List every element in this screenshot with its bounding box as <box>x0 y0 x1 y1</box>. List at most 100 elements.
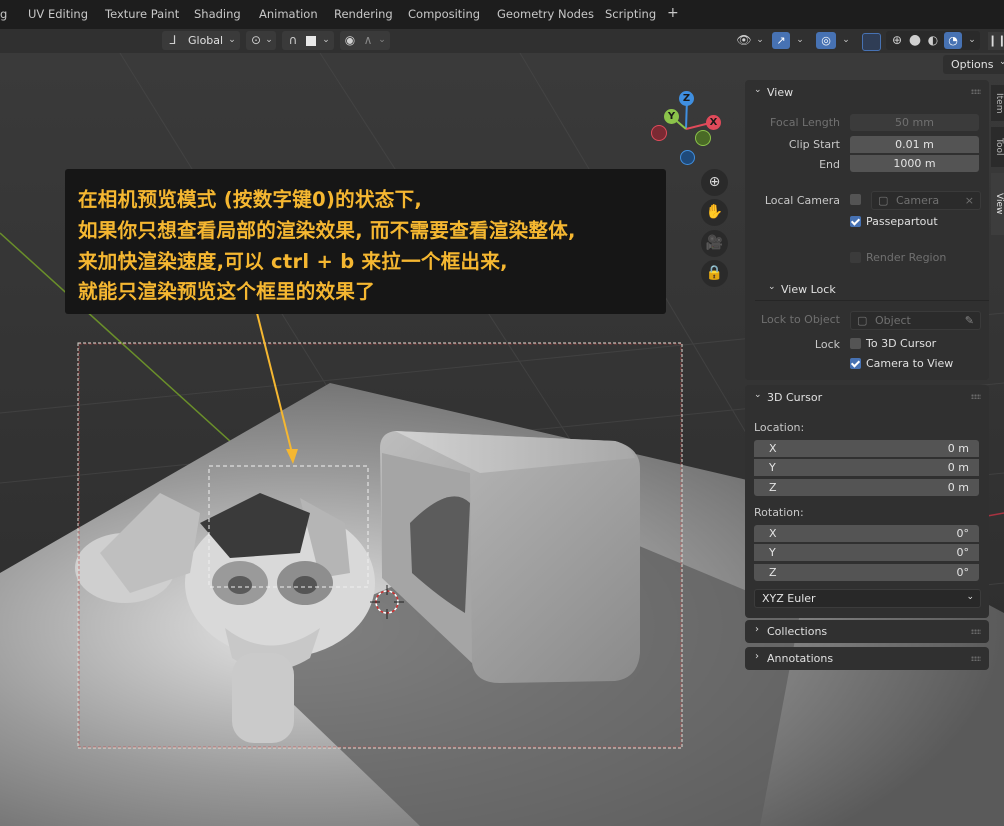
rotation-mode-value: XYZ Euler <box>762 592 816 605</box>
gizmo-x-axis[interactable]: X <box>706 115 721 130</box>
navigation-gizmo[interactable]: Z Y X <box>645 86 725 166</box>
material-preview-icon[interactable]: ◐ <box>924 31 942 50</box>
visibility-dropdown[interactable]: 👁 ⌄ <box>734 31 768 50</box>
gizmo-neg-z-axis[interactable] <box>680 150 695 165</box>
render-region-label[interactable]: Render Region <box>866 251 946 264</box>
tab-texture-paint[interactable]: Texture Paint <box>105 7 179 21</box>
panel-grip-icon[interactable] <box>971 394 981 399</box>
gizmo-z-axis[interactable]: Z <box>679 91 694 106</box>
camera-selector[interactable]: ▢ Camera × <box>871 191 981 210</box>
tab-shading[interactable]: Shading <box>194 7 241 21</box>
clip-end-field[interactable]: 1000 m <box>850 155 979 172</box>
location-x-field[interactable]: X 0 m <box>754 440 979 457</box>
annotation-line-2: 如果你只想查看局部的渲染效果, 而不需要查看渲染整体, <box>78 219 576 242</box>
view-panel-title[interactable]: View <box>767 86 793 99</box>
location-y-field[interactable]: Y 0 m <box>754 459 979 476</box>
xray-toggle-icon[interactable] <box>862 33 881 51</box>
chevron-down-icon[interactable]: ⌄ <box>754 390 762 400</box>
overlays-toggle[interactable]: ◎ ⌄ <box>816 31 856 50</box>
magnet-icon[interactable]: ∩ <box>284 31 302 50</box>
object-icon: ▢ <box>857 314 868 327</box>
lock-object-selector[interactable]: ▢ Object ✎ <box>850 311 981 330</box>
object-placeholder: Object <box>875 314 911 327</box>
focal-length-value: 50 mm <box>895 116 934 129</box>
3d-cursor-panel: ⌄ 3D Cursor Location: X 0 m Y 0 m Z 0 m Rot… <box>745 385 989 618</box>
lock-label: Lock <box>814 338 840 351</box>
tab-geometry-nodes[interactable]: Geometry Nodes <box>497 7 594 21</box>
rotation-z-field[interactable]: Z 0° <box>754 564 979 581</box>
pause-render-icon[interactable]: ❙❙ <box>988 32 1004 50</box>
lock-to-object-label: Lock to Object <box>761 313 840 326</box>
sidebar-tab-item[interactable]: Item <box>991 85 1004 121</box>
to-3d-cursor-label[interactable]: To 3D Cursor <box>866 337 936 350</box>
tab-uv-editing[interactable]: UV Editing <box>28 7 88 21</box>
clip-end-value: 1000 m <box>893 157 936 170</box>
snapping-group[interactable]: ∩ ⌄ <box>282 31 334 50</box>
gizmo-toggle[interactable]: ↗ ⌄ <box>772 31 808 50</box>
gizmo-neg-x-axis[interactable] <box>651 125 667 141</box>
chevron-down-icon: ⌄ <box>228 35 236 45</box>
rotation-mode-select[interactable]: XYZ Euler ⌄ <box>754 589 981 608</box>
chevron-down-icon: ⌄ <box>966 592 974 602</box>
pan-hand-icon[interactable]: ✋ <box>701 199 728 226</box>
tab-rendering[interactable]: Rendering <box>334 7 393 21</box>
gizmo-y-axis[interactable]: Y <box>664 109 679 124</box>
passepartout-checkbox[interactable] <box>850 216 861 227</box>
close-icon[interactable]: × <box>965 192 974 209</box>
transform-orientation-dropdown[interactable]: ⅃ Global ⌄ <box>162 31 240 50</box>
view-lock-title[interactable]: View Lock <box>781 283 836 296</box>
view-panel: ⌄ View Focal Length 50 mm Clip Start 0.0… <box>745 80 989 380</box>
local-camera-checkbox[interactable] <box>850 194 861 205</box>
gizmo-icon: ↗ <box>772 32 790 49</box>
solid-shading-icon[interactable]: ● <box>906 31 924 50</box>
eyedropper-icon[interactable]: ✎ <box>965 312 974 329</box>
snap-target-icon[interactable] <box>306 36 316 46</box>
to-3d-cursor-checkbox[interactable] <box>850 338 861 349</box>
location-z-field[interactable]: Z 0 m <box>754 479 979 496</box>
tab-animation[interactable]: Animation <box>259 7 318 21</box>
plus-icon[interactable]: + <box>667 5 679 21</box>
gizmo-neg-y-axis[interactable] <box>695 130 711 146</box>
tab-compositing[interactable]: Compositing <box>408 7 480 21</box>
rendered-shading-icon[interactable]: ◔ <box>944 32 962 49</box>
chevron-down-icon: ⌄ <box>968 35 976 45</box>
local-camera-label: Local Camera <box>764 194 840 207</box>
collections-panel[interactable]: › Collections <box>745 620 989 643</box>
camera-object-icon: ▢ <box>878 194 889 207</box>
clip-start-field[interactable]: 0.01 m <box>850 136 979 153</box>
rotation-y-value: 0° <box>956 546 970 559</box>
camera-to-view-label[interactable]: Camera to View <box>866 357 953 370</box>
panel-grip-icon[interactable] <box>971 656 981 661</box>
lock-icon[interactable]: 🔒 <box>701 260 728 287</box>
tab-scripting[interactable]: Scripting <box>605 7 656 21</box>
chevron-down-icon[interactable]: ⌄ <box>768 282 776 292</box>
chevron-down-icon: ⌄ <box>999 57 1004 67</box>
overlays-icon: ◎ <box>816 32 836 49</box>
falloff-curve-icon[interactable]: ∧ <box>360 31 376 50</box>
sidebar-tab-tool[interactable]: Tool <box>991 127 1004 167</box>
chevron-down-icon: ⌄ <box>842 35 850 45</box>
camera-view-icon[interactable]: 🎥 <box>701 230 728 257</box>
focal-length-field[interactable]: 50 mm <box>850 114 979 131</box>
rotation-x-field[interactable]: X 0° <box>754 525 979 542</box>
proportional-editing-group[interactable]: ◉ ∧ ⌄ <box>340 31 390 50</box>
3d-viewport[interactable]: Z Y X ⊕ ✋ 🎥 🔒 在相机预览模式 (按数字键0)的状态下, 如果你只想… <box>0 53 1004 826</box>
proportional-edit-icon[interactable]: ◉ <box>342 31 358 50</box>
annotation-line-4: 就能只渲染预览这个框里的效果了 <box>78 280 376 303</box>
pivot-point-dropdown[interactable]: ⊙ ⌄ <box>246 31 276 50</box>
3d-cursor-panel-title[interactable]: 3D Cursor <box>767 391 822 404</box>
panel-grip-icon[interactable] <box>971 89 981 94</box>
options-button[interactable]: Options ⌄ <box>943 55 1004 74</box>
camera-to-view-checkbox[interactable] <box>850 358 861 369</box>
annotations-panel[interactable]: › Annotations <box>745 647 989 670</box>
panel-grip-icon[interactable] <box>971 629 981 634</box>
rotation-y-field[interactable]: Y 0° <box>754 544 979 561</box>
axis-label: Y <box>769 546 776 559</box>
chevron-down-icon[interactable]: ⌄ <box>754 85 762 95</box>
render-region-checkbox[interactable] <box>850 252 861 263</box>
zoom-icon[interactable]: ⊕ <box>701 169 728 196</box>
sidebar-tab-view[interactable]: View <box>991 173 1004 235</box>
wireframe-shading-icon[interactable]: ⊕ <box>888 31 906 50</box>
tab-layout-partial[interactable]: g <box>0 7 7 21</box>
passepartout-label[interactable]: Passepartout <box>866 215 938 228</box>
